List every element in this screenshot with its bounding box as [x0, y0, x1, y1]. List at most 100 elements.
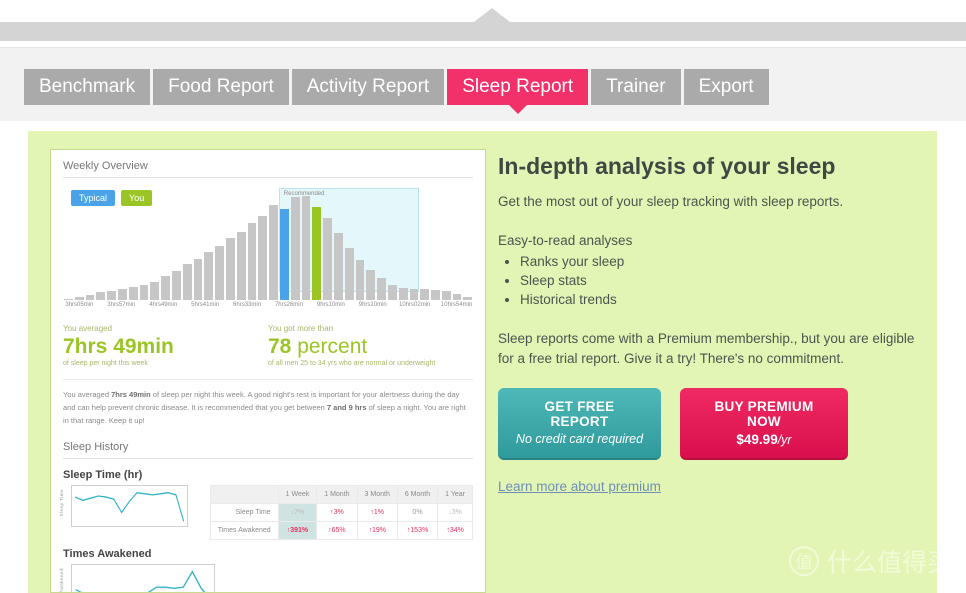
x-axis-tick: 7hrs26min: [274, 302, 303, 308]
histogram-bar: [117, 289, 127, 300]
trend-cell: ↑391%: [277, 521, 318, 541]
watermark-badge-icon: 值: [788, 546, 819, 576]
trend-column-header: 1 Year: [437, 485, 473, 505]
trend-row-label: Times Awakened: [209, 521, 279, 541]
histogram-bars: [63, 196, 473, 300]
x-axis-tick: 5hrs41min: [191, 302, 220, 308]
trend-value: 153%: [410, 527, 429, 535]
buy-premium-button[interactable]: BUY PREMIUM NOW $49.99/yr: [680, 388, 848, 461]
tab-trainer[interactable]: Trainer: [591, 69, 681, 105]
buy-premium-label: BUY PREMIUM NOW: [714, 399, 814, 430]
trend-cell: ↓3%: [437, 503, 473, 523]
report-preview-card: Weekly Overview Typical You Recommended …: [50, 149, 486, 593]
buy-premium-period: /yr: [777, 433, 792, 448]
times-awakened-chart-label: Times Awakened: [63, 548, 152, 561]
caret-up-icon: [474, 8, 510, 22]
histogram-bar: [344, 248, 354, 300]
get-free-report-label: GET FREE REPORT: [544, 399, 615, 430]
trend-value: 3%: [333, 509, 344, 517]
average-sleep-sub: of sleep per night this week: [63, 360, 148, 367]
summary-paragraph: You averaged 7hrs 49min of sleep per nig…: [63, 390, 466, 426]
legend-chip-you: You: [121, 190, 153, 206]
learn-more-link[interactable]: Learn more about premium: [498, 479, 661, 494]
sleep-history-title: Sleep History: [63, 441, 129, 454]
tab-activity-report[interactable]: Activity Report: [291, 69, 445, 105]
sleep-history-section: Sleep History: [63, 441, 473, 460]
trend-column-header: 3 Month: [356, 485, 398, 505]
histogram-bar: [128, 287, 138, 300]
promo-analyses-heading: Easy-to-read analyses: [498, 233, 633, 248]
histogram-bar: [463, 296, 473, 300]
trend-column-header: 1 Week: [277, 485, 318, 505]
trend-table-head: 1 Week 1 Month 3 Month 6 Month 1 Year: [209, 485, 473, 505]
trend-cell: 0%: [396, 503, 439, 523]
trend-table-corner: [209, 485, 279, 505]
trend-table-row: Sleep Time ↓7% ↑3% ↑1% 0% ↓3%: [209, 503, 473, 523]
trend-table: 1 Week 1 Month 3 Month 6 Month 1 Year Sleep …: [209, 485, 473, 541]
sleep-time-y-axis-label: Sleep Time: [59, 489, 64, 517]
tab-list: Benchmark Food Report Activity Report Sleep…: [24, 69, 772, 114]
histogram-bar: [409, 289, 419, 300]
x-axis-tick: 10hrs02min: [399, 302, 431, 308]
weekly-overview-histogram: Typical You Recommended: [63, 188, 473, 300]
percentile-stat: You got more than 78 percent of all men …: [268, 324, 473, 367]
percentile-number: 78: [268, 335, 292, 358]
histogram-bar: [64, 298, 73, 300]
histogram-bar: [236, 231, 246, 300]
x-axis-tick: 4hrs49min: [149, 302, 178, 308]
trend-cell: ↑1%: [356, 503, 398, 523]
x-axis-tick: 3hrs05min: [65, 302, 94, 308]
section-divider: [63, 177, 473, 178]
times-awakened-sparkline: [71, 564, 215, 592]
trend-value: 7%: [294, 509, 305, 517]
histogram-bar: [301, 196, 311, 300]
trend-column-header: 1 Month: [316, 485, 358, 505]
histogram-bar: [269, 204, 278, 300]
tab-bar: Benchmark Food Report Activity Report Sleep…: [0, 48, 966, 121]
get-free-report-sublabel: No credit card required: [515, 432, 644, 447]
trend-cell: ↑65%: [316, 521, 358, 541]
histogram-bar: [333, 232, 343, 300]
tab-sleep-report[interactable]: Sleep Report: [447, 69, 589, 114]
watermark-text: 什么值得买: [826, 549, 952, 577]
histogram-bar: [366, 269, 376, 300]
histogram-bar: [323, 217, 332, 300]
histogram-bar: [204, 252, 214, 300]
histogram-bar: [150, 281, 160, 300]
get-free-report-button[interactable]: GET FREE REPORT No credit card required: [498, 388, 661, 461]
trend-value: 0%: [412, 509, 423, 517]
summary-divider: [63, 379, 473, 380]
tab-food-report[interactable]: Food Report: [153, 69, 289, 105]
trend-cell: ↑153%: [396, 521, 439, 541]
trend-value: 391%: [290, 527, 309, 535]
trend-cell: ↑3%: [316, 503, 358, 523]
histogram-bar: [107, 291, 116, 300]
histogram-bar: [355, 259, 365, 300]
trend-table-header-row: 1 Week 1 Month 3 Month 6 Month 1 Year: [209, 485, 473, 505]
x-axis-tick: 9hrs10min: [358, 302, 387, 308]
times-awakened-chart: Times Awakened: [59, 564, 215, 592]
histogram-bar: [377, 278, 386, 300]
weekly-stats-row: You averaged 7hrs 49min of sleep per nig…: [63, 324, 473, 367]
trend-row-label: Sleep Time: [209, 503, 279, 523]
histogram-bar: [431, 290, 440, 300]
trend-column-header: 6 Month: [396, 485, 439, 505]
histogram-bar: [420, 289, 430, 300]
promo-content: In-depth analysis of your sleep Get the …: [498, 153, 918, 496]
histogram-bar: [74, 296, 84, 300]
average-sleep-value: 7hrs 49min: [63, 335, 174, 358]
histogram-bar: [193, 258, 203, 300]
histogram-bar: [85, 294, 95, 300]
x-axis-tick: 10hrs54min: [440, 302, 473, 308]
times-awakened-y-axis-label: Times Awakened: [59, 568, 64, 593]
promo-feature-item: Ranks your sleep: [520, 254, 918, 269]
legend-chip-typical: Typical: [71, 190, 116, 206]
histogram-legend: Typical You: [71, 190, 158, 206]
tab-export[interactable]: Export: [683, 69, 769, 105]
histogram-bar: [247, 223, 257, 300]
trend-cell: ↓7%: [277, 503, 318, 523]
average-sleep-stat: You averaged 7hrs 49min of sleep per nig…: [63, 324, 268, 367]
sleep-time-row: Sleep Time 1 Week 1 Month 3 Month 6 Month 1 …: [59, 485, 473, 541]
weekly-overview-title: Weekly Overview: [63, 160, 148, 172]
tab-benchmark[interactable]: Benchmark: [24, 69, 151, 105]
